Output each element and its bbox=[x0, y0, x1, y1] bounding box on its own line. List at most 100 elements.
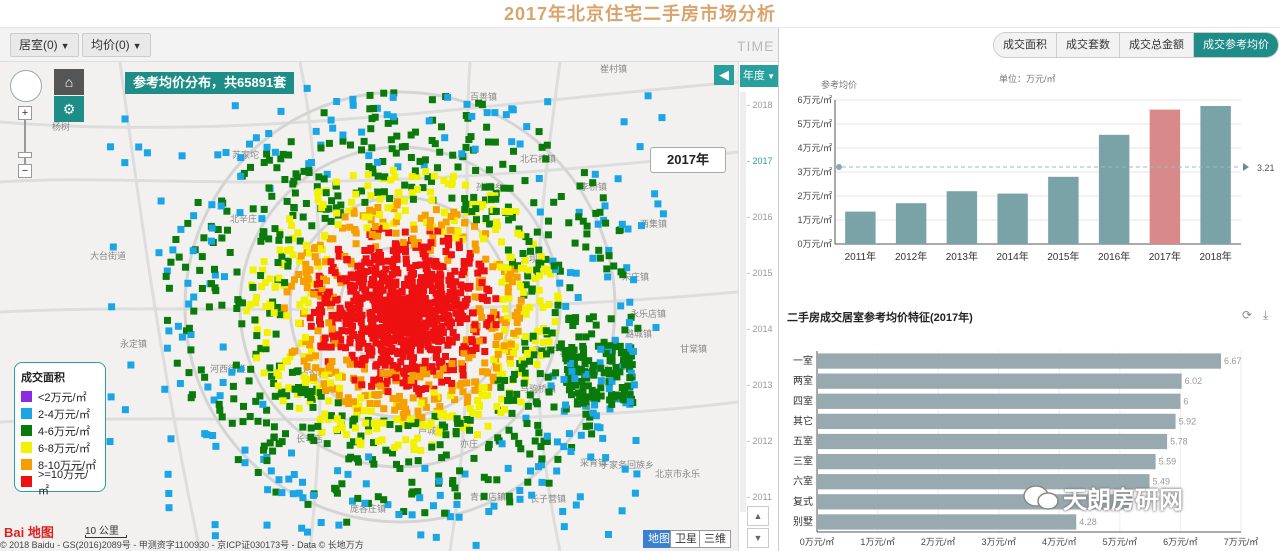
timeline-up-button[interactable]: ▲ bbox=[747, 506, 769, 526]
legend-item[interactable]: 4-6万元/㎡ bbox=[21, 422, 99, 439]
listing-marker bbox=[587, 453, 595, 461]
listing-marker bbox=[422, 168, 430, 176]
data-label: 4.28 bbox=[1079, 517, 1097, 527]
map-type-3d-button[interactable]: 三维 bbox=[699, 530, 731, 548]
legend-item[interactable]: 2-4万元/㎡ bbox=[21, 405, 99, 422]
listing-marker bbox=[452, 428, 460, 435]
listing-marker bbox=[485, 440, 493, 448]
listing-marker bbox=[442, 431, 450, 439]
listing-marker bbox=[176, 380, 184, 387]
listing-marker bbox=[283, 197, 291, 205]
listing-marker bbox=[368, 382, 376, 390]
listing-marker bbox=[527, 467, 534, 475]
listing-marker bbox=[394, 363, 402, 371]
listing-marker bbox=[426, 223, 434, 231]
legend-item[interactable]: <2万元/㎡ bbox=[21, 388, 99, 405]
timeline-year-2011[interactable]: - 2011 bbox=[747, 492, 772, 502]
listing-marker bbox=[533, 228, 541, 236]
timeline-year-2013[interactable]: - 2013 bbox=[747, 380, 773, 390]
timeline-back-button[interactable]: ◀ bbox=[714, 65, 734, 85]
home-button[interactable]: ⌂ bbox=[54, 69, 84, 95]
listing-marker bbox=[416, 325, 424, 333]
tab-area[interactable]: 成交面积 bbox=[994, 33, 1057, 57]
zoom-out-button[interactable]: − bbox=[18, 164, 32, 178]
listing-marker bbox=[633, 470, 641, 478]
timeline-year-2016[interactable]: - 2016 bbox=[747, 212, 773, 222]
pan-control[interactable] bbox=[10, 70, 42, 102]
listing-marker bbox=[263, 150, 271, 158]
listing-marker bbox=[362, 419, 370, 427]
bar-2014年 bbox=[997, 193, 1028, 244]
listing-marker bbox=[260, 446, 267, 454]
zoom-control: + − bbox=[18, 106, 32, 178]
listing-marker bbox=[506, 498, 514, 506]
timeline-down-button[interactable]: ▼ bbox=[747, 528, 769, 548]
listing-marker bbox=[334, 399, 342, 407]
listing-marker bbox=[380, 188, 388, 196]
listing-marker bbox=[312, 352, 319, 360]
timeline-year-2015[interactable]: - 2015 bbox=[747, 268, 773, 278]
chevron-down-icon: ▼ bbox=[753, 533, 763, 543]
listing-marker bbox=[305, 169, 313, 176]
listing-marker bbox=[536, 208, 544, 216]
timeline-year-2018[interactable]: - 2018 bbox=[747, 100, 773, 110]
gear-icon: ⚙ bbox=[62, 101, 76, 117]
tab-count[interactable]: 成交套数 bbox=[1057, 33, 1120, 57]
listing-marker bbox=[314, 422, 322, 430]
legend-label: 4-6万元/㎡ bbox=[38, 425, 90, 438]
timeline-year-2014[interactable]: - 2014 bbox=[747, 324, 773, 334]
listing-marker bbox=[568, 391, 575, 399]
listing-marker bbox=[554, 455, 562, 463]
listing-marker bbox=[246, 413, 254, 420]
listing-marker bbox=[414, 457, 422, 465]
listing-marker bbox=[386, 348, 394, 355]
zoom-slider-handle[interactable] bbox=[18, 152, 32, 158]
listing-marker bbox=[316, 280, 323, 287]
listing-marker bbox=[479, 201, 487, 209]
room-filter-dropdown[interactable]: 居室(0) ▼ bbox=[10, 33, 79, 57]
map-type-satellite-button[interactable]: 卫星 bbox=[670, 530, 702, 548]
zoom-in-button[interactable]: + bbox=[18, 106, 32, 120]
bar-别墅 bbox=[817, 514, 1077, 530]
listing-marker bbox=[468, 409, 476, 416]
listing-marker bbox=[365, 163, 373, 171]
bar-一室 bbox=[817, 353, 1222, 369]
listing-marker bbox=[284, 262, 292, 270]
listing-marker bbox=[345, 455, 353, 463]
timeline-track[interactable] bbox=[740, 92, 746, 512]
timeline-period-dropdown[interactable]: 年度 ▼ bbox=[740, 65, 778, 87]
map-canvas[interactable]: 苏家坨杨树大台街道北辛庄永定镇河西街道长辛店卢沟桥东坝乡黑庄户乡台湖镇宋庄镇永乐… bbox=[0, 62, 738, 551]
settings-button[interactable]: ⚙ bbox=[54, 96, 84, 122]
listing-marker bbox=[283, 288, 291, 296]
listing-marker bbox=[499, 296, 507, 303]
listing-marker bbox=[434, 227, 442, 235]
listing-marker bbox=[394, 189, 402, 197]
listing-marker bbox=[387, 319, 394, 327]
y-tick-label: 六室 bbox=[793, 475, 813, 488]
listing-marker bbox=[187, 331, 195, 338]
price-filter-dropdown[interactable]: 均价(0) ▼ bbox=[82, 33, 151, 57]
listing-marker bbox=[331, 269, 339, 277]
listing-marker bbox=[506, 184, 514, 192]
listing-marker bbox=[472, 345, 480, 352]
listing-marker bbox=[188, 391, 196, 399]
timeline-year-2017[interactable]: - 2017 bbox=[747, 156, 773, 166]
listing-marker bbox=[208, 224, 216, 232]
listing-marker bbox=[421, 464, 429, 472]
listing-marker bbox=[219, 379, 227, 386]
y-tick-label: 5万元/㎡ bbox=[797, 119, 832, 129]
timeline-year-2012[interactable]: - 2012 bbox=[747, 436, 773, 446]
y-tick-label: 复式 bbox=[793, 495, 813, 508]
tab-reference-price[interactable]: 成交参考均价 bbox=[1194, 33, 1278, 57]
listing-marker bbox=[565, 316, 573, 323]
listing-marker bbox=[501, 405, 508, 413]
legend-item[interactable]: 6-8万元/㎡ bbox=[21, 439, 99, 456]
legend-item[interactable]: >=10万元/㎡ bbox=[21, 469, 99, 497]
map-view[interactable]: 苏家坨杨树大台街道北辛庄永定镇河西街道长辛店卢沟桥东坝乡黑庄户乡台湖镇宋庄镇永乐… bbox=[0, 62, 738, 551]
listing-marker bbox=[444, 319, 452, 327]
tab-total-amount[interactable]: 成交总金额 bbox=[1120, 33, 1194, 57]
listing-marker bbox=[392, 329, 400, 337]
listing-marker bbox=[218, 413, 226, 421]
listing-marker bbox=[190, 293, 198, 301]
listing-marker bbox=[421, 156, 429, 164]
